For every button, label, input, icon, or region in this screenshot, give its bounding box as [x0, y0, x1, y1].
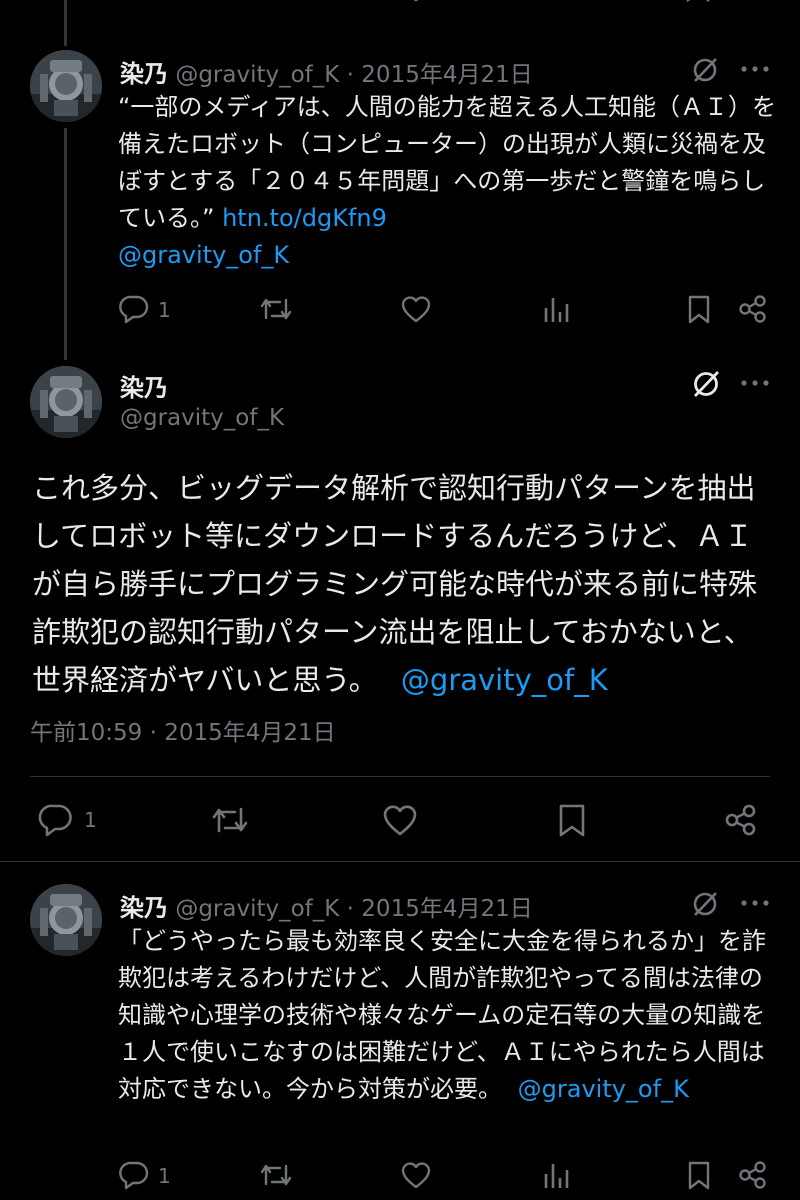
reply-icon[interactable] [118, 0, 148, 8]
username[interactable]: @gravity_of_K [175, 62, 339, 88]
avatar[interactable] [30, 884, 102, 956]
thread-line-top [64, 0, 67, 46]
display-name[interactable]: 染乃 [120, 368, 168, 403]
reply-count: 1 [158, 1164, 171, 1188]
mention-link[interactable]: @gravity_of_K [401, 663, 608, 697]
mention-link[interactable]: @gravity_of_K [118, 237, 778, 274]
avatar[interactable] [30, 50, 102, 122]
username[interactable]: @gravity_of_K [175, 896, 339, 922]
share-icon[interactable] [724, 803, 758, 837]
tweet-header: 染乃 @gravity_of_K · 2015年4月21日 [120, 888, 533, 923]
like-icon[interactable] [400, 1160, 432, 1190]
more-icon[interactable] [740, 898, 770, 908]
grok-icon[interactable] [690, 889, 720, 919]
display-name[interactable]: 染乃 [120, 894, 168, 922]
reply-count: 1 [84, 808, 97, 832]
bookmark-icon[interactable] [685, 1160, 713, 1190]
grok-icon[interactable] [690, 368, 722, 400]
reply-icon[interactable] [38, 803, 74, 837]
mention-link[interactable]: @gravity_of_K [518, 1075, 689, 1103]
bookmark-icon[interactable] [556, 803, 588, 837]
retweet-icon[interactable] [258, 1160, 294, 1190]
reply-icon[interactable] [118, 1160, 150, 1190]
tweet-date[interactable]: 2015年4月21日 [361, 62, 532, 88]
tweet-text: これ多分、ビッグデータ解析で認知行動パターンを抽出してロボット等にダウンロードす… [32, 464, 772, 704]
avatar[interactable] [30, 366, 102, 438]
views-icon[interactable] [540, 0, 568, 8]
bookmark-icon[interactable] [684, 0, 712, 8]
reply-icon[interactable] [118, 294, 150, 324]
retweet-icon[interactable] [258, 0, 292, 8]
display-name[interactable]: 染乃 [120, 60, 168, 88]
tweet-body: これ多分、ビッグデータ解析で認知行動パターンを抽出してロボット等にダウンロードす… [32, 471, 758, 697]
robot-avatar-image [30, 366, 102, 438]
tweet-timestamp[interactable]: 午前10:59 · 2015年4月21日 [30, 713, 336, 747]
robot-avatar-image [30, 50, 102, 122]
views-icon[interactable] [542, 294, 570, 324]
username[interactable]: @gravity_of_K [120, 405, 284, 431]
reply-count: 1 [158, 298, 171, 322]
share-icon[interactable] [738, 1160, 768, 1190]
more-icon[interactable] [740, 378, 770, 388]
divider [0, 861, 800, 862]
retweet-icon[interactable] [258, 294, 294, 324]
like-icon[interactable] [382, 803, 418, 837]
like-icon[interactable] [400, 0, 432, 8]
like-icon[interactable] [400, 294, 432, 324]
tweet-link[interactable]: htn.to/dgKfn9 [222, 204, 387, 232]
grok-icon[interactable] [690, 55, 720, 85]
more-icon[interactable] [740, 64, 770, 74]
bookmark-icon[interactable] [685, 294, 713, 324]
share-icon[interactable] [738, 294, 768, 324]
tweet-body: “一部のメディアは、人間の能力を超える人工知能（ＡＩ）を備えたロボット（コンピュ… [118, 93, 777, 232]
thread-line-middle [64, 128, 67, 360]
separator: · [346, 896, 354, 922]
retweet-icon[interactable] [210, 803, 250, 837]
robot-avatar-image [30, 884, 102, 956]
divider [30, 776, 770, 777]
views-icon[interactable] [542, 1160, 570, 1190]
tweet-date[interactable]: 2015年4月21日 [361, 896, 532, 922]
tweet-text: “一部のメディアは、人間の能力を超える人工知能（ＡＩ）を備えたロボット（コンピュ… [118, 89, 778, 274]
tweet-header: 染乃 @gravity_of_K · 2015年4月21日 [120, 54, 533, 89]
separator: · [346, 62, 354, 88]
tweet-text: 「どうやったら最も効率良く安全に大金を得られるか」を詐欺犯は考えるわけだけど、人… [118, 923, 778, 1108]
